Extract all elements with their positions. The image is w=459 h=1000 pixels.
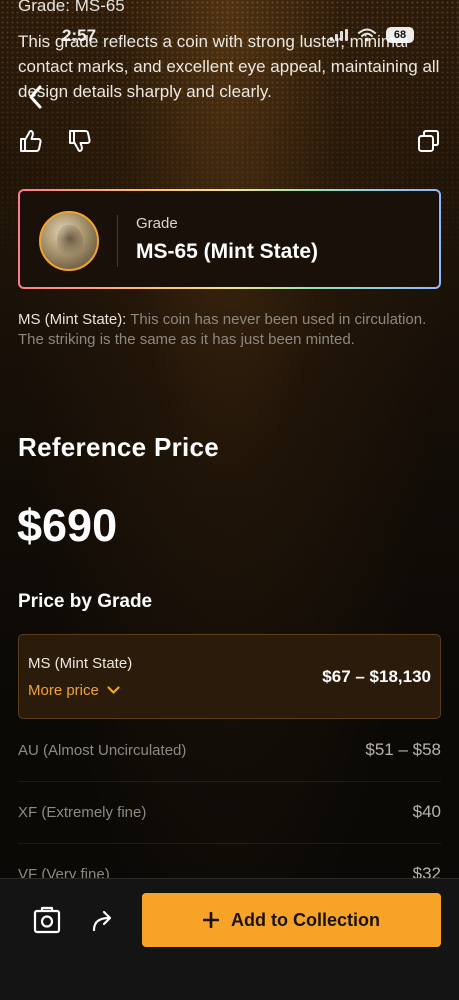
- mint-state-term: MS (Mint State):: [18, 311, 127, 328]
- chevron-down-icon: [107, 686, 120, 694]
- price-row-label: MS (Mint State): [28, 655, 133, 672]
- wifi-icon: [358, 28, 376, 42]
- price-by-grade-title: Price by Grade: [18, 591, 153, 612]
- price-row-value: $51 – $58: [365, 740, 441, 759]
- grade-value: MS-65 (Mint State): [136, 240, 319, 263]
- signal-icon: [330, 29, 348, 41]
- add-to-collection-label: Add to Collection: [231, 909, 380, 930]
- feedback-actions: [18, 128, 442, 156]
- battery-indicator: 68: [386, 27, 414, 43]
- card-divider: [117, 215, 118, 267]
- price-row-mint-state[interactable]: MS (Mint State) More price $67 – $18,130: [18, 634, 441, 719]
- plus-icon: [203, 912, 219, 928]
- back-chevron-icon[interactable]: [26, 84, 46, 110]
- reference-price-value: $690: [17, 500, 118, 551]
- camera-icon[interactable]: [33, 906, 61, 934]
- grade-heading: Grade: MS-65: [18, 0, 125, 15]
- grade-detail-screen: Grade: MS-65 This grade reflects a coin …: [0, 0, 459, 1000]
- coin-thumbnail: [39, 211, 99, 271]
- price-row-value: $40: [412, 802, 441, 821]
- price-row-xf: XF (Extremely fine) $40: [18, 782, 441, 844]
- price-row-au: AU (Almost Uncirculated) $51 – $58: [18, 720, 441, 782]
- share-icon[interactable]: [90, 906, 118, 934]
- grade-card: Grade MS-65 (Mint State): [18, 189, 441, 289]
- status-time: 2:57: [62, 26, 97, 45]
- more-price-label: More price: [28, 682, 99, 699]
- more-price-link[interactable]: More price: [28, 682, 120, 699]
- mint-state-description: MS (Mint State): This coin has never bee…: [18, 310, 438, 350]
- thumbs-up-icon[interactable]: [18, 128, 44, 154]
- price-row-label: AU (Almost Uncirculated): [18, 742, 187, 759]
- copy-icon[interactable]: [416, 128, 442, 154]
- price-row-label: XF (Extremely fine): [18, 804, 147, 821]
- price-row-value: $67 – $18,130: [322, 667, 431, 686]
- add-to-collection-button[interactable]: Add to Collection: [142, 893, 441, 947]
- thumbs-down-icon[interactable]: [67, 128, 93, 154]
- status-indicators: 68: [330, 27, 414, 43]
- bottom-action-bar: Add to Collection: [0, 878, 459, 1000]
- grade-label: Grade: [136, 215, 178, 232]
- reference-price-title: Reference Price: [18, 432, 220, 462]
